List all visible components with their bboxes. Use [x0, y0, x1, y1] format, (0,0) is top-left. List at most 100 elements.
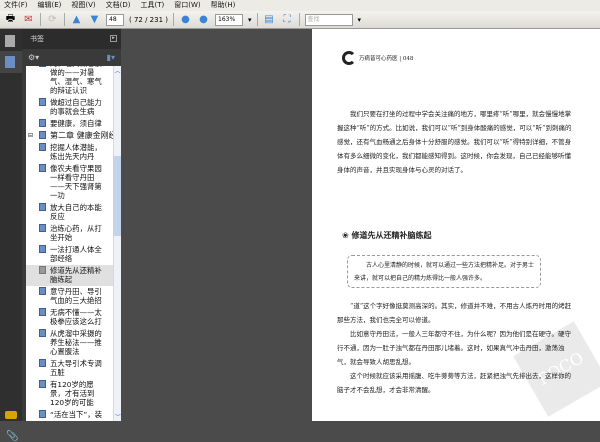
panel-close-icon[interactable]: ▸	[110, 35, 117, 42]
collaborate-icon[interactable]: ⟳	[46, 13, 59, 26]
bookmark-label: 治练心药，从打坐开始	[50, 224, 102, 242]
bookmark-item[interactable]: 要健康，须自律	[26, 118, 121, 130]
panel-title: 书签	[30, 35, 44, 43]
bookmark-item[interactable]: 治练心药，从打坐开始	[26, 223, 121, 244]
bookmark-icon	[39, 119, 46, 127]
bookmark-item[interactable]: 的，老天做它该做的——对暑气、湿气、寒气的辩证认识	[26, 66, 121, 97]
page-count: ( 72 / 231 )	[129, 15, 168, 24]
bookmark-item[interactable]: 五大导引术专调五脏	[26, 358, 121, 379]
bookmark-item[interactable]: 有120岁的愿景，才有活到120岁的可能	[26, 379, 121, 409]
print-icon[interactable]: 🖶	[4, 13, 17, 26]
divider	[40, 13, 41, 26]
bookmark-label: 修道先从还精补脑练起	[50, 266, 102, 284]
zoom-input[interactable]: 163%	[215, 13, 243, 26]
bookmark-icon	[39, 98, 46, 106]
bookmark-item[interactable]: 像农夫看守果园一样看守丹田——天下强肾第一功	[26, 163, 121, 202]
bookmark-icon	[39, 410, 46, 418]
bookmark-label: 无病不懂——太极拳应该这么打	[50, 308, 102, 326]
page-number-input[interactable]: 48	[106, 13, 124, 26]
paragraph: 我们只要在打坐的过程中学会关注痛的地方，哪里疼“听”哪里，就会慢慢地掌握这种“听…	[337, 110, 572, 174]
zoom-dropdown-icon[interactable]: ▾	[248, 16, 252, 24]
bookmarks-panel: 书签 ▸ ⚙▾ ▮▾ 的，老天做它该做的——对暑气、湿气、寒气的辩证认识做超过自…	[22, 29, 121, 421]
bookmark-icon	[39, 131, 47, 139]
bookmark-label: 五大导引术专调五脏	[50, 359, 102, 377]
menu-view[interactable]: 视图(V)	[71, 0, 95, 11]
comments-icon[interactable]	[5, 411, 17, 419]
bookmark-icon	[39, 308, 46, 316]
paragraph: 这个时候就应该采用摇腹、吃牛蒡蒡等方法，赶紧把浊气先排出去，这样你的脑子才不会乱…	[337, 372, 571, 394]
bookmark-label: 做超过自己能力的事就会生病	[50, 98, 102, 116]
options-icon[interactable]: ⚙▾	[28, 53, 39, 62]
menu-document[interactable]: 文档(D)	[106, 0, 131, 11]
page-header: 万病皆可心药医 | 048	[342, 51, 413, 65]
bookmark-icon	[39, 266, 46, 274]
bookmark-item[interactable]: “活在当下”，装	[26, 409, 121, 421]
search-dropdown-icon[interactable]: ▾	[358, 16, 362, 24]
bookmark-label: 第二章 健康金刚经	[50, 131, 117, 140]
divider	[256, 13, 258, 26]
bookmark-label: 像农夫看守果园一样看守丹田——天下强肾第一功	[50, 164, 102, 200]
bookmark-item[interactable]: 放大自己的本能反应	[26, 202, 121, 223]
menu-window[interactable]: 窗口(W)	[174, 0, 200, 11]
scroll-down-icon[interactable]: ﹀	[114, 412, 121, 421]
bookmark-tree: 的，老天做它该做的——对暑气、湿气、寒气的辩证认识做超过自己能力的事就会生病要健…	[26, 66, 121, 421]
bookmark-item[interactable]: 意守丹田、导引气血的三大绝招	[26, 286, 121, 307]
bookmark-icon	[39, 245, 46, 253]
zoom-in-icon[interactable]: ●	[197, 13, 210, 26]
menu-edit[interactable]: 编辑(E)	[38, 0, 62, 11]
menu-help[interactable]: 帮助(H)	[211, 0, 236, 11]
menu-file[interactable]: 文件(F)	[4, 0, 28, 11]
bookmark-label: 从虎溜中采摄的养生秘法——推心置腹法	[50, 329, 102, 356]
scroll-up-icon[interactable]: ︿	[114, 66, 121, 75]
bookmark-label: 意守丹田、导引气血的三大绝招	[50, 287, 102, 305]
quote-box: 古人心里清静的时候，就可以通过一些方法把精补足。对于男士来讲，就可以把自己的精力…	[347, 255, 541, 288]
divider	[64, 13, 65, 26]
bookmark-item[interactable]: 修道先从还精补脑练起	[26, 265, 121, 286]
search-input[interactable]: 查找	[304, 13, 353, 26]
bookmark-icon	[39, 143, 46, 151]
fit-page-icon[interactable]: ▤	[263, 13, 276, 26]
bookmark-label: 要健康，须自律	[50, 119, 102, 128]
next-page-icon[interactable]: ▼	[88, 13, 101, 26]
menu-bar: 文件(F) 编辑(E) 视图(V) 文档(D) 工具(T) 窗口(W) 帮助(H…	[0, 0, 600, 11]
bookmark-item[interactable]: 一法打通人体全部经络	[26, 244, 121, 265]
bookmark-item[interactable]: 做超过自己能力的事就会生病	[26, 97, 121, 118]
bookmark-icon	[39, 380, 46, 388]
bookmark-label: 放大自己的本能反应	[50, 203, 102, 221]
section-ornament-icon: ❀	[342, 231, 352, 240]
attachments-icon[interactable]: 📎	[6, 431, 18, 442]
section-title: ❀ 修道先从还精补脑练起	[342, 231, 432, 240]
bookmark-item[interactable]: 从虎溜中采摄的养生秘法——推心置腹法	[26, 328, 121, 358]
divider	[173, 13, 174, 26]
full-screen-icon[interactable]: ⛶	[281, 13, 294, 26]
collapse-icon[interactable]: ⊟	[28, 131, 33, 140]
bookmark-icon	[39, 224, 46, 232]
divider	[298, 13, 300, 26]
bookmark-label: 的，老天做它该做的——对暑气、湿气、寒气的辩证认识	[50, 66, 102, 95]
menu-tools[interactable]: 工具(T)	[141, 0, 165, 11]
paragraph: 比如意守丹田法，一般人三年都守不住，为什么呢？因为他们是在硬守。硬守行不通，因为…	[337, 330, 571, 366]
bookmark-item[interactable]: 无病不懂——太极拳应该这么打	[26, 307, 121, 328]
running-header: 万病皆可心药医 | 048	[359, 56, 414, 62]
new-bookmark-icon[interactable]: ▮▾	[107, 49, 115, 66]
zoom-out-icon[interactable]: ●	[179, 13, 192, 26]
bookmark-icon	[39, 359, 46, 367]
bookmark-label: 一法打通人体全部经络	[50, 245, 102, 263]
bookmark-icon	[39, 203, 46, 211]
document-page: 万病皆可心药医 | 048 我们只要在打坐的过程中学会关注痛的地方，哪里疼“听”…	[312, 29, 600, 421]
bookmark-label: “活在当下”，装	[50, 410, 103, 419]
email-icon[interactable]: ✉	[22, 13, 35, 26]
bookmark-chapter[interactable]: ⊟ 第二章 健康金刚经	[26, 130, 121, 142]
scrollbar[interactable]: ︿ ﹀	[113, 66, 121, 421]
bookmark-item[interactable]: 挖掘人体潜能，炼出先天内丹	[26, 142, 121, 163]
bookmark-label: 挖掘人体潜能，炼出先天内丹	[50, 143, 102, 161]
paragraph: “道”这个字好像挺莫测高深的。其实，修道并不难，不用古人炼丹时用的烤赶那些方法，…	[337, 302, 572, 324]
scrollbar-thumb[interactable]	[113, 156, 121, 236]
bookmark-icon	[39, 287, 46, 295]
prev-page-icon[interactable]: ▲	[70, 13, 83, 26]
bookmarks-icon[interactable]	[0, 51, 22, 73]
bookmark-label: 有120岁的愿景，才有活到120岁的可能	[50, 380, 95, 407]
bookmark-icon	[39, 329, 46, 337]
pages-icon[interactable]	[5, 35, 15, 47]
navigation-strip: 📎	[0, 29, 22, 442]
